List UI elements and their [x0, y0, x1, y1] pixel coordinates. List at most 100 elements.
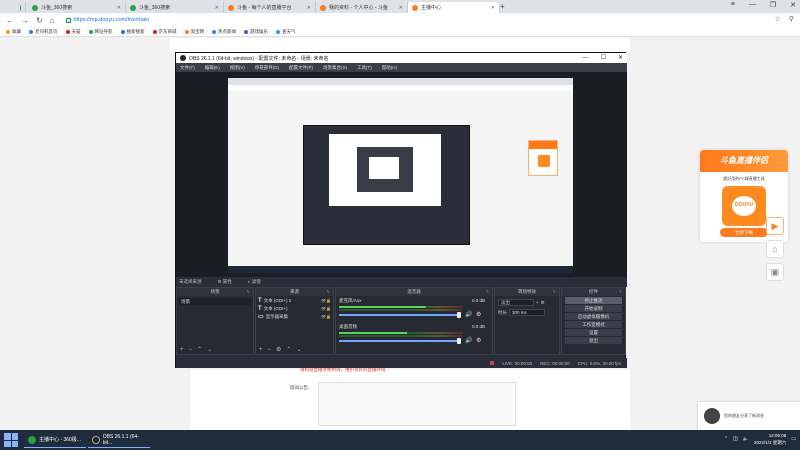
volume-slider-handle[interactable]	[457, 312, 461, 318]
home-icon[interactable]: ⌂	[50, 16, 55, 25]
bookmark-item[interactable]: 老司机首页	[29, 29, 58, 35]
play-icon[interactable]: ▶	[766, 217, 784, 235]
visibility-icon[interactable]: 👁🔒	[321, 298, 331, 303]
extensions-icon[interactable]: ⚲	[789, 15, 794, 23]
source-item[interactable]: T 文本 (GDI+) 2 👁🔒	[258, 297, 331, 304]
bookmark-item[interactable]: 网址导航	[88, 29, 113, 35]
visibility-icon[interactable]: 👁🔒	[321, 306, 331, 311]
taskbar-item[interactable]: 主播中心 - 360极...	[24, 432, 86, 448]
dock-menu-icon[interactable]: ✎	[553, 288, 556, 296]
volume-slider[interactable]	[339, 340, 459, 342]
bookmark-item[interactable]: 收藏	[6, 29, 21, 35]
start-icon[interactable]	[4, 433, 18, 447]
back-icon[interactable]: ←	[6, 16, 14, 25]
close-icon[interactable]: ✕	[618, 53, 623, 63]
transition-select[interactable]: 淡出	[498, 299, 534, 306]
maximize-icon[interactable]: ☐	[601, 53, 606, 63]
volume-icon[interactable]: 🔊	[465, 337, 472, 344]
scene-item[interactable]: 场景	[179, 298, 251, 305]
browser-logo-icon[interactable]	[16, 2, 26, 13]
menu-docks[interactable]: 停靠部件(D)	[255, 65, 279, 71]
menu-icon[interactable]: ≡	[731, 1, 735, 9]
close-icon[interactable]: ✕	[215, 5, 219, 11]
maximize-icon[interactable]: ❐	[770, 1, 776, 9]
notification-toast[interactable]: 您的朋友分享了新消息	[698, 402, 800, 430]
taskbar-item[interactable]: OBS 26.1.1 (64-bit...	[88, 432, 150, 448]
dock-menu-icon[interactable]: ✎	[247, 288, 250, 296]
add-icon[interactable]: +	[536, 300, 539, 305]
bookmark-item[interactable]: 天猫	[65, 29, 81, 35]
move-down-icon[interactable]: ⌄	[296, 346, 301, 353]
star-icon[interactable]: ☆	[775, 15, 781, 23]
close-icon[interactable]: ✕	[399, 5, 403, 11]
tray-up-icon[interactable]: ⌃	[724, 436, 728, 442]
close-icon[interactable]: ✕	[790, 1, 796, 9]
bookmark-item[interactable]: 热点新闻	[212, 29, 236, 35]
network-icon[interactable]: ◫	[733, 436, 738, 442]
volume-slider-handle[interactable]	[457, 338, 461, 344]
filters-button[interactable]: ◐ 滤镜	[248, 279, 261, 285]
duration-input[interactable]: 300 ms	[509, 309, 545, 316]
move-up-icon[interactable]: ⌃	[286, 346, 291, 353]
start-virtual-camera-button[interactable]: 启动虚拟摄像机	[565, 313, 622, 320]
announcement-input[interactable]	[318, 382, 516, 426]
settings-button[interactable]: 设置	[565, 329, 622, 336]
gear-icon[interactable]: ⚙	[541, 300, 545, 306]
source-item[interactable]: T 文本 (GDI+) 👁🔒	[258, 305, 331, 312]
properties-button[interactable]: ⚙ 属性	[218, 279, 232, 285]
add-icon[interactable]: +	[180, 347, 184, 353]
bookmark-item[interactable]: 京东商城	[152, 29, 177, 35]
close-icon[interactable]: ✕	[491, 5, 495, 11]
minimize-icon[interactable]: —	[583, 53, 589, 63]
browser-tab[interactable]: 斗鱼_360搜索 ✕	[126, 2, 224, 13]
minimize-icon[interactable]: —	[749, 1, 756, 9]
clock[interactable]: 12:06:08 2022/1/1 星期六	[754, 432, 786, 446]
browser-tab[interactable]: 我的资料 - 个人中心 - 斗鱼 ✕	[316, 2, 408, 13]
browser-tab[interactable]: 斗鱼_360搜索 ✕	[28, 2, 126, 13]
exit-button[interactable]: 退出	[565, 337, 622, 344]
close-icon[interactable]: ✕	[117, 5, 121, 11]
volume-slider[interactable]	[339, 314, 459, 316]
stop-streaming-button[interactable]: 停止推流	[565, 297, 622, 304]
volume-icon[interactable]: 🔊	[465, 311, 472, 318]
bookmark-item[interactable]: 淘宝网	[184, 29, 204, 35]
start-recording-button[interactable]: 开始录制	[565, 305, 622, 312]
reload-icon[interactable]: ↻	[36, 16, 43, 25]
close-icon[interactable]: ✕	[307, 5, 311, 11]
gear-icon[interactable]: ⚙	[476, 311, 481, 318]
gear-icon[interactable]: ⚙	[476, 337, 481, 344]
speaker-icon[interactable]: 🔈	[743, 436, 749, 442]
studio-mode-button[interactable]: 工作室模式	[565, 321, 622, 328]
menu-scene-collection[interactable]: 场景集合(S)	[323, 65, 347, 71]
menu-profile[interactable]: 配置文件(P)	[289, 65, 313, 71]
gear-icon[interactable]: ⚙	[276, 346, 281, 353]
home-icon[interactable]: ⌂	[766, 240, 784, 258]
visibility-icon[interactable]: 👁🔒	[321, 314, 331, 319]
bookmark-item[interactable]: 搜索搜索	[120, 29, 145, 35]
notification-icon[interactable]: ▭	[791, 436, 796, 442]
menu-edit[interactable]: 编辑(E)	[205, 65, 220, 71]
url-input[interactable]: https://mp.douyu.com/live/main	[65, 15, 586, 25]
menu-help[interactable]: 帮助(H)	[382, 65, 397, 71]
remove-icon[interactable]: −	[268, 347, 272, 353]
bookmark-item[interactable]: 查天气	[276, 29, 296, 35]
add-icon[interactable]: +	[259, 347, 263, 353]
bookmark-item[interactable]: 游戏娱乐	[244, 29, 268, 35]
preview-area[interactable]	[176, 72, 627, 277]
dock-menu-icon[interactable]: ✎	[486, 288, 489, 296]
new-tab-button[interactable]: +	[500, 2, 505, 11]
app-icon[interactable]: ▣	[766, 263, 784, 281]
menu-view[interactable]: 视图(V)	[230, 65, 245, 71]
dock-menu-icon[interactable]: ✎	[327, 288, 330, 296]
menu-file[interactable]: 文件(F)	[180, 65, 195, 71]
move-down-icon[interactable]: ⌄	[207, 346, 212, 353]
remove-icon[interactable]: −	[189, 347, 193, 353]
dock-menu-icon[interactable]: ✎	[619, 288, 622, 296]
source-item[interactable]: ▭ 显示器采集 👁🔒	[258, 313, 331, 321]
forward-icon[interactable]: →	[21, 16, 29, 25]
download-button[interactable]: 立即下载	[720, 228, 768, 237]
move-up-icon[interactable]: ⌃	[197, 346, 202, 353]
browser-tab[interactable]: 斗鱼 - 每个人的直播平台 ✕	[224, 2, 316, 13]
menu-tools[interactable]: 工具(T)	[357, 65, 372, 71]
browser-tab-active[interactable]: 主播中心 ✕	[408, 2, 500, 13]
